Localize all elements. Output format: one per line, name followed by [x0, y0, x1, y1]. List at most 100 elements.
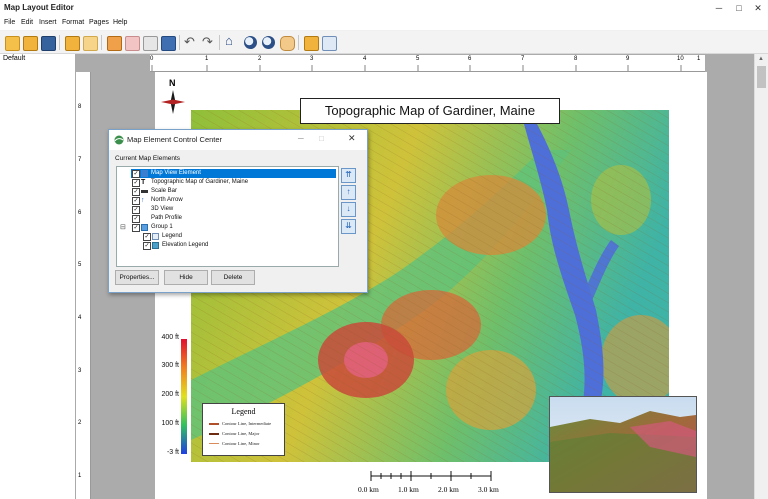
- insert-page-icon[interactable]: [107, 36, 122, 51]
- undo-icon[interactable]: ↶: [184, 34, 195, 50]
- menu-help[interactable]: Help: [113, 19, 127, 26]
- hide-button[interactable]: Hide: [164, 270, 208, 285]
- scale-label: 0.0 km: [358, 485, 379, 494]
- scale-label: 2.0 km: [438, 485, 459, 494]
- tree-checkbox[interactable]: ✓: [132, 179, 140, 187]
- move-up-button[interactable]: ↑: [341, 185, 356, 200]
- dialog-maximize-button[interactable]: □: [319, 134, 324, 143]
- menu-format[interactable]: Format: [62, 19, 84, 26]
- legend-icon: [152, 233, 159, 240]
- ruler-ticks: [151, 65, 682, 71]
- page-list-item-default[interactable]: Default: [3, 55, 25, 62]
- tree-checkbox[interactable]: ✓: [143, 242, 151, 250]
- close-button[interactable]: ✕: [752, 2, 764, 14]
- tree-item-map-title[interactable]: ✓ T Topographic Map of Gardiner, Maine: [117, 178, 338, 187]
- tree-checkbox[interactable]: ✓: [132, 170, 140, 178]
- menu-insert[interactable]: Insert: [39, 19, 57, 26]
- map-element-control-center-dialog: Map Element Control Center ─ □ ✕ Current…: [108, 129, 368, 293]
- scroll-up-icon[interactable]: ▲: [758, 56, 764, 62]
- tree-item-path-profile[interactable]: ✓ Path Profile: [117, 214, 338, 223]
- scroll-thumb[interactable]: [757, 66, 766, 88]
- pan-hand-icon[interactable]: [280, 36, 295, 51]
- tree-item-group-1[interactable]: ⊟ ✓ Group 1: [117, 223, 338, 232]
- tree-checkbox[interactable]: ✓: [132, 188, 140, 196]
- menu-edit[interactable]: Edit: [21, 19, 33, 26]
- select-pointer-icon[interactable]: [304, 36, 319, 51]
- maximize-button[interactable]: □: [733, 2, 745, 14]
- properties-button[interactable]: Properties...: [115, 270, 159, 285]
- ruler-label: 1: [78, 473, 82, 479]
- new-document-icon[interactable]: [5, 36, 20, 51]
- collapse-icon[interactable]: ⊟: [120, 223, 126, 232]
- ruler-label: 4: [78, 315, 82, 321]
- ruler-label: 4: [363, 56, 367, 62]
- tree-item-label: 3D View: [151, 206, 174, 212]
- menu-bar: File Edit Insert Format Pages Help: [0, 17, 768, 30]
- horizontal-ruler: 0 1 2 3 4 5 6 7 8 9 10 1: [150, 55, 705, 72]
- zoom-in-icon[interactable]: [244, 36, 257, 49]
- tree-item-label: Group 1: [151, 224, 173, 230]
- legend-swatch: [209, 423, 219, 425]
- title-bar: Map Layout Editor ─ □ ✕: [0, 0, 768, 18]
- group-icon: [141, 224, 148, 231]
- scale-label: 3.0 km: [478, 485, 499, 494]
- toolbar-separator: [101, 35, 102, 50]
- tree-item-map-view-element[interactable]: ✓ Map View Element: [117, 169, 338, 178]
- dialog-minimize-button[interactable]: ─: [298, 134, 304, 143]
- edit-icon[interactable]: [143, 36, 158, 51]
- text-icon: T: [141, 179, 146, 186]
- copy-icon[interactable]: [65, 36, 80, 51]
- map-legend[interactable]: Legend Contour Line, Intermediate Contou…: [202, 403, 285, 456]
- menu-file[interactable]: File: [4, 19, 15, 26]
- dialog-close-button[interactable]: ✕: [348, 133, 356, 144]
- ruler-label: 8: [78, 104, 82, 110]
- scale-bar[interactable]: [369, 470, 499, 482]
- ruler-label: 1: [697, 56, 701, 62]
- 3d-view-element[interactable]: [549, 396, 697, 493]
- menu-pages[interactable]: Pages: [89, 19, 109, 26]
- tree-item-label: Elevation Legend: [162, 242, 209, 248]
- elevation-color-bar: [181, 339, 187, 454]
- zoom-out-icon[interactable]: [262, 36, 275, 49]
- tree-item-label: North Arrow: [151, 197, 183, 203]
- tree-item-north-arrow[interactable]: ✓ ↑ North Arrow: [117, 196, 338, 205]
- elevation-label: 100 ft: [161, 420, 179, 427]
- move-down-button[interactable]: ↓: [341, 202, 356, 217]
- ruler-label: 9: [626, 56, 630, 62]
- paste-icon[interactable]: [83, 36, 98, 51]
- save-icon[interactable]: [41, 36, 56, 51]
- legend-item: Contour Line, Intermediate: [209, 421, 271, 426]
- home-icon[interactable]: ⌂: [225, 33, 233, 48]
- legend-item: Contour Line, Major: [209, 431, 259, 436]
- vertical-scrollbar[interactable]: ▲: [754, 54, 768, 499]
- delete-button[interactable]: Delete: [211, 270, 255, 285]
- map-title-box[interactable]: Topographic Map of Gardiner, Maine: [300, 98, 560, 124]
- tree-item-legend[interactable]: ✓ Legend: [117, 232, 338, 241]
- tree-checkbox[interactable]: ✓: [132, 224, 140, 232]
- ruler-label: 5: [78, 262, 82, 268]
- ruler-label: 7: [78, 157, 82, 163]
- map-elements-tree[interactable]: ✓ Map View Element ✓ T Topographic Map o…: [116, 166, 339, 267]
- tree-checkbox[interactable]: ✓: [132, 206, 140, 214]
- app-title: Map Layout Editor: [4, 3, 74, 12]
- zoom-window-icon[interactable]: [322, 36, 337, 51]
- tree-item-3d-view[interactable]: ✓ 3D View: [117, 205, 338, 214]
- tree-checkbox[interactable]: ✓: [132, 215, 140, 223]
- tree-checkbox[interactable]: ✓: [132, 197, 140, 205]
- move-to-bottom-button[interactable]: ⇊: [341, 219, 356, 234]
- section-label: Current Map Elements: [115, 155, 181, 162]
- minimize-button[interactable]: ─: [713, 2, 725, 14]
- layers-icon[interactable]: [161, 36, 176, 51]
- new-layer-icon[interactable]: [125, 36, 140, 51]
- tree-item-elevation-legend[interactable]: ✓ Elevation Legend: [117, 241, 338, 250]
- tree-checkbox[interactable]: ✓: [143, 233, 151, 241]
- toolbar-separator: [298, 35, 299, 50]
- tree-item-label: Legend: [162, 233, 183, 239]
- redo-icon[interactable]: ↷: [202, 34, 213, 50]
- open-folder-icon[interactable]: [23, 36, 38, 51]
- move-to-top-button[interactable]: ⇈: [341, 168, 356, 183]
- ruler-label: 10: [677, 56, 684, 62]
- north-arrow-icon[interactable]: [161, 90, 185, 114]
- tree-item-scale-bar[interactable]: ✓ Scale Bar: [117, 187, 338, 196]
- ruler-label: 2: [78, 420, 82, 426]
